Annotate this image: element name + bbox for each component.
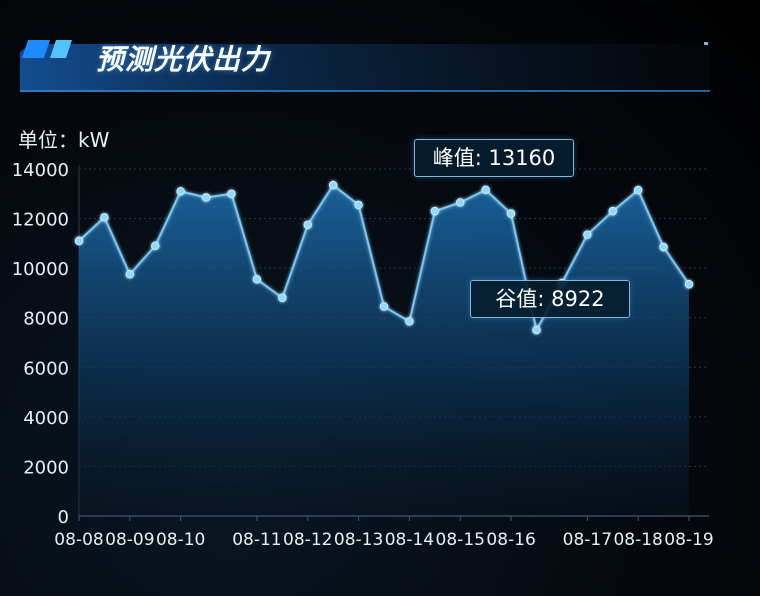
data-point[interactable] (456, 198, 465, 207)
x-tick-label: 08-10 (156, 530, 205, 550)
y-tick-label: 2000 (23, 457, 69, 478)
data-point[interactable] (532, 325, 541, 335)
data-point[interactable] (176, 187, 185, 196)
series-area-fill (79, 185, 689, 516)
x-tick-label: 08-19 (664, 530, 713, 550)
peak-value: 13160 (488, 146, 556, 170)
data-point[interactable] (100, 213, 109, 222)
data-point[interactable] (633, 185, 643, 195)
x-tick-label: 08-09 (105, 530, 154, 550)
data-point[interactable] (74, 236, 84, 246)
series-area (78, 183, 690, 516)
data-point[interactable] (481, 185, 490, 195)
data-point[interactable] (328, 180, 338, 190)
y-tick-label: 6000 (23, 358, 69, 379)
valley-tooltip: 谷值: 8922 (470, 280, 630, 318)
x-tick-label: 08-18 (613, 530, 662, 550)
y-tick-label: 10000 (12, 259, 69, 280)
x-tick-label: 08-12 (283, 530, 332, 550)
x-tick-label: 08-15 (436, 530, 485, 550)
data-point[interactable] (379, 302, 389, 311)
data-point[interactable] (278, 293, 287, 303)
x-axis: 08-08 08-09 08-10 08-11 08-12 08-13 08-14 08-15… (54, 515, 714, 550)
x-tick-label: 08-08 (54, 530, 103, 550)
data-point[interactable] (659, 242, 668, 252)
data-point[interactable] (506, 209, 516, 218)
area-chart: 02000400060008000100001200014000 08-08 08… (12, 160, 714, 550)
y-tick-label: 8000 (23, 309, 69, 330)
peak-label: 峰值: (432, 146, 482, 170)
x-tick-label: 08-17 (563, 530, 612, 550)
x-tick-label: 08-13 (334, 530, 383, 550)
data-point[interactable] (303, 220, 312, 229)
data-point[interactable] (354, 200, 363, 210)
data-point[interactable] (684, 280, 694, 289)
valley-label: 谷值: (495, 287, 545, 311)
data-point[interactable] (608, 206, 617, 216)
data-point[interactable] (227, 189, 236, 198)
x-tick-label: 08-16 (486, 530, 535, 550)
y-tick-label: 14000 (12, 160, 69, 181)
data-point[interactable] (125, 270, 135, 279)
y-tick-label: 0 (58, 507, 69, 528)
data-point[interactable] (201, 193, 211, 202)
data-point[interactable] (430, 206, 440, 216)
x-tick-label: 08-11 (232, 530, 281, 550)
x-tick-label: 08-14 (385, 530, 434, 550)
y-tick-label: 4000 (23, 408, 69, 429)
valley-value: 8922 (551, 287, 605, 311)
peak-tooltip: 峰值: 13160 (414, 139, 574, 177)
data-point[interactable] (151, 241, 160, 251)
data-point[interactable] (252, 275, 262, 284)
data-point[interactable] (583, 230, 592, 239)
data-point[interactable] (405, 317, 414, 326)
y-axis: 0 2000 4000 6000 8000 10000 12000 14000 (12, 160, 80, 528)
y-tick-label: 12000 (12, 210, 69, 231)
